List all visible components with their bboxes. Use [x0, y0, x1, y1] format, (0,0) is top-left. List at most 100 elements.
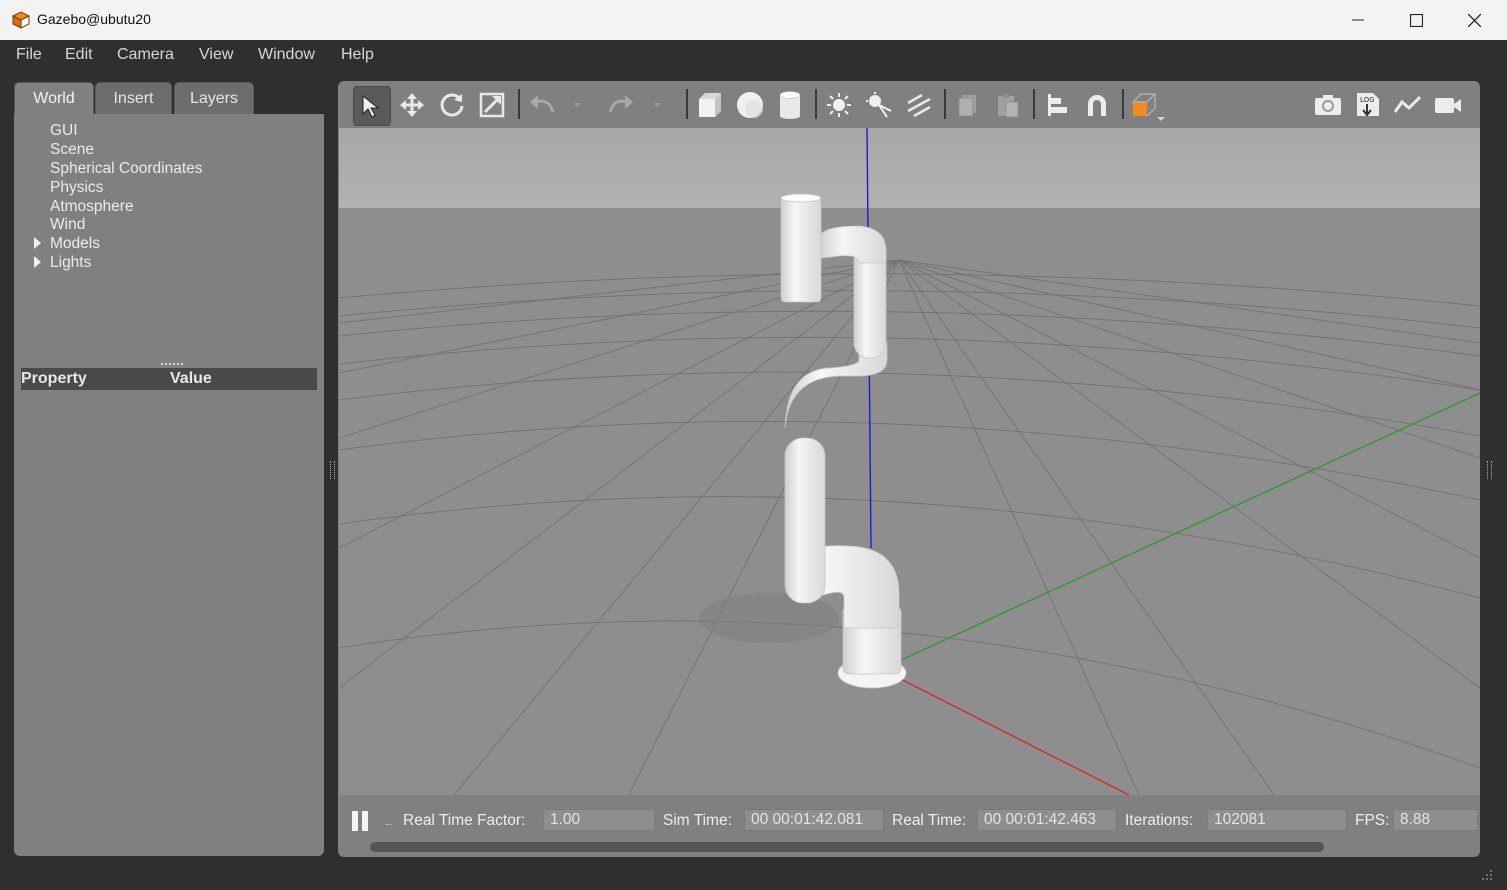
directional-light-icon: [907, 93, 931, 118]
close-button[interactable]: [1445, 0, 1503, 40]
toolbar-separator: [518, 89, 520, 119]
sim-time-label: Sim Time:: [663, 812, 732, 829]
align-icon: [1048, 94, 1067, 116]
align-button[interactable]: [1039, 86, 1075, 124]
minimize-button[interactable]: [1329, 0, 1387, 40]
copy-button[interactable]: [950, 86, 986, 124]
tree-item-scene[interactable]: Scene: [50, 141, 94, 159]
window-title: Gazebo@ubutu20: [37, 11, 151, 27]
plot-button[interactable]: [1390, 86, 1426, 124]
view-angle-icon: [1131, 93, 1165, 121]
menu-edit[interactable]: Edit: [65, 46, 93, 64]
select-mode-button[interactable]: [353, 86, 391, 126]
paste-button[interactable]: [990, 86, 1026, 124]
chevron-down-icon: [573, 103, 581, 107]
scale-icon: [479, 92, 505, 118]
insert-box-button[interactable]: [692, 86, 728, 124]
real-time-factor-value: 1.00: [543, 809, 655, 831]
insert-directional-light-button[interactable]: [901, 86, 937, 124]
real-time-value: 00 00:01:42.463: [977, 809, 1117, 831]
toolbar-separator: [815, 89, 817, 119]
svg-text:LOG: LOG: [1360, 96, 1375, 104]
select-icon: [362, 94, 380, 118]
window-titlebar: Gazebo@ubutu20: [0, 0, 1507, 41]
tree-item-gui[interactable]: GUI: [50, 122, 78, 140]
toolbar-separator: [1033, 89, 1035, 119]
panel-splitter-handle[interactable]: [161, 363, 183, 367]
step-button[interactable]: [386, 824, 392, 831]
fps-value: 8.88: [1393, 809, 1478, 831]
close-icon: [1467, 13, 1481, 27]
undo-history-dropdown[interactable]: [566, 86, 588, 124]
real-time-factor-label: Real Time Factor:: [403, 812, 526, 829]
tree-item-physics[interactable]: Physics: [50, 179, 103, 197]
log-icon: LOG: [1357, 93, 1379, 117]
right-splitter-handle[interactable]: [1487, 461, 1492, 479]
copy-icon: [958, 95, 976, 117]
chevron-down-icon: [653, 103, 661, 107]
sky-background: [339, 128, 1480, 210]
tree-item-spherical-coordinates[interactable]: Spherical Coordinates: [50, 160, 203, 178]
menu-camera[interactable]: Camera: [117, 46, 174, 64]
pause-icon: [352, 811, 368, 831]
rotate-icon: [440, 93, 464, 117]
tree-item-models[interactable]: Models: [50, 235, 100, 253]
snap-button[interactable]: [1079, 86, 1115, 124]
minimize-icon: [1352, 19, 1364, 21]
snap-icon: [1088, 95, 1106, 116]
real-time-label: Real Time:: [892, 812, 967, 829]
property-table-header: Property Value: [21, 368, 317, 390]
value-column-header: Value: [170, 370, 212, 387]
tree-item-atmosphere[interactable]: Atmosphere: [50, 198, 134, 216]
tab-layers[interactable]: Layers: [174, 82, 254, 114]
sim-time-value: 00 00:01:42.081: [744, 809, 884, 831]
redo-icon: [608, 95, 633, 113]
translate-icon: [400, 93, 424, 117]
3d-viewport[interactable]: [339, 128, 1480, 795]
record-video-button[interactable]: [1430, 86, 1466, 124]
maximize-icon: [1409, 13, 1423, 27]
horizontal-scrollbar[interactable]: [370, 842, 1324, 852]
left-splitter-handle[interactable]: [330, 461, 335, 479]
rotate-mode-button[interactable]: [434, 86, 470, 124]
scale-mode-button[interactable]: [474, 86, 510, 124]
redo-history-dropdown[interactable]: [646, 86, 668, 124]
tab-insert[interactable]: Insert: [95, 82, 172, 114]
maximize-button[interactable]: [1387, 0, 1445, 40]
log-data-button[interactable]: LOG: [1350, 86, 1386, 124]
plot-icon: [1393, 95, 1422, 113]
menu-help[interactable]: Help: [341, 46, 374, 64]
tree-item-lights[interactable]: Lights: [50, 254, 91, 272]
spot-light-icon: [866, 92, 892, 118]
menu-bar: File Edit Camera View Window Help: [0, 40, 1507, 70]
expand-arrow-icon[interactable]: [34, 256, 41, 268]
insert-cylinder-button[interactable]: [772, 86, 808, 124]
insert-point-light-button[interactable]: [821, 86, 857, 124]
redo-button[interactable]: [603, 86, 639, 124]
fps-label: FPS:: [1355, 812, 1390, 829]
tree-item-wind[interactable]: Wind: [50, 216, 85, 234]
paste-icon: [998, 94, 1019, 118]
sphere-icon: [737, 92, 763, 118]
screenshot-button[interactable]: [1310, 86, 1346, 124]
insert-spot-light-button[interactable]: [861, 86, 897, 124]
menu-view[interactable]: View: [199, 46, 233, 64]
box-icon: [699, 93, 721, 117]
iterations-label: Iterations:: [1125, 812, 1194, 829]
menu-file[interactable]: File: [16, 46, 42, 64]
translate-mode-button[interactable]: [394, 86, 430, 124]
view-angle-button[interactable]: [1128, 86, 1170, 124]
pause-button[interactable]: [350, 809, 372, 833]
menu-window[interactable]: Window: [258, 46, 315, 64]
resize-grip-icon[interactable]: [1479, 866, 1493, 880]
insert-sphere-button[interactable]: [732, 86, 768, 124]
property-column-header: Property: [21, 370, 87, 387]
expand-arrow-icon[interactable]: [34, 237, 41, 249]
record-video-icon: [1435, 98, 1461, 113]
undo-button[interactable]: [524, 86, 560, 124]
screenshot-icon: [1315, 95, 1341, 115]
toolbar-separator: [686, 89, 688, 119]
point-light-icon: [827, 93, 851, 117]
tab-world[interactable]: World: [14, 82, 94, 114]
ground-plane: [339, 208, 1480, 795]
